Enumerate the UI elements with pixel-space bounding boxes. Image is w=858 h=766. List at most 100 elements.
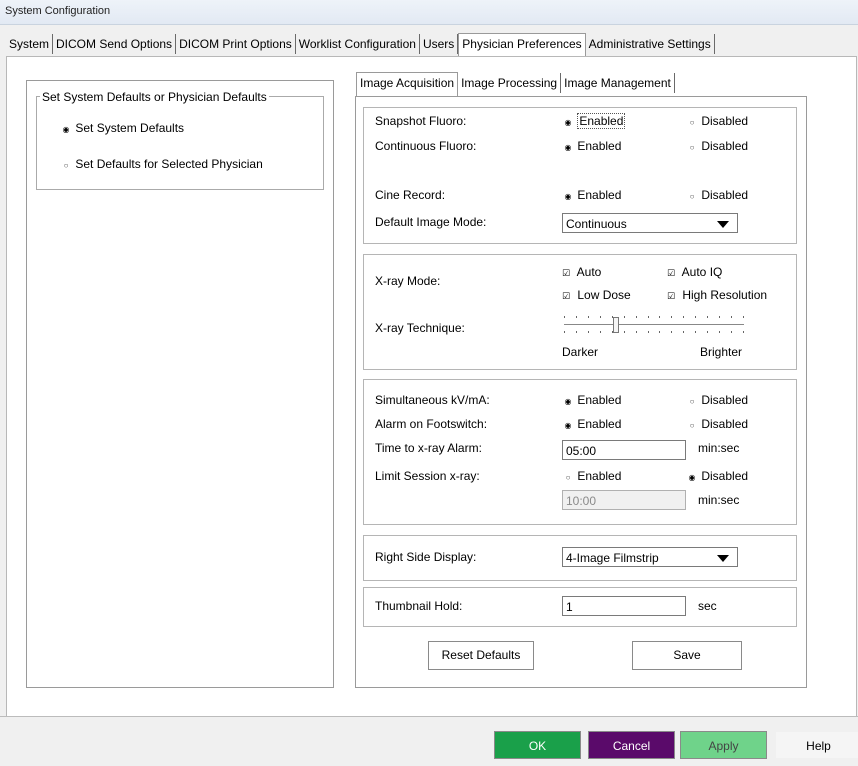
radio-label: Enabled: [577, 393, 622, 407]
defaults-group-legend: Set System Defaults or Physician Default…: [40, 90, 269, 104]
time-to-xray-alarm-input[interactable]: 05:00: [562, 440, 686, 460]
simultaneous-kv-ma-label: Simultaneous kV/mA:: [375, 393, 490, 407]
input-value: 10:00: [566, 494, 597, 508]
slider-tick: [564, 316, 565, 318]
radio-unselected-icon: ○: [689, 143, 695, 152]
radio-selected-icon: ◉: [564, 397, 572, 406]
right-side-display-label: Right Side Display:: [375, 550, 477, 564]
tab-physician-preferences[interactable]: Physician Preferences: [458, 33, 586, 57]
select-value: Continuous: [566, 217, 627, 231]
tab-image-acquisition[interactable]: Image Acquisition: [356, 72, 459, 96]
slider-tick: [624, 316, 625, 318]
tab-administrative-settings[interactable]: Administrative Settings: [586, 34, 715, 54]
radio-unselected-icon: ○: [689, 192, 695, 201]
time-alarm-unit: min:sec: [698, 441, 740, 455]
auto-iq-checkbox[interactable]: ☑ Auto IQ: [667, 265, 722, 279]
radio-set-physician-defaults[interactable]: ○ Set Defaults for Selected Physician: [60, 157, 263, 171]
high-resolution-checkbox[interactable]: ☑ High Resolution: [667, 288, 767, 302]
radio-selected-icon: ◉: [688, 473, 696, 482]
slider-tick: [588, 331, 589, 333]
radio-unselected-icon: ○: [689, 397, 695, 406]
limit-session-unit: min:sec: [698, 493, 740, 507]
default-image-mode-label: Default Image Mode:: [375, 215, 487, 229]
default-image-mode-select[interactable]: Continuous: [562, 213, 738, 233]
slider-tick: [695, 331, 696, 333]
darker-label: Darker: [562, 345, 599, 359]
tab-dicom-send-options[interactable]: DICOM Send Options: [53, 34, 177, 54]
limit-session-xray-label: Limit Session x-ray:: [375, 469, 480, 483]
radio-label: Disabled: [701, 393, 749, 407]
radio-selected-icon: ◉: [564, 143, 572, 152]
slider-tick: [671, 316, 672, 318]
slider-tick: [588, 316, 589, 318]
limit-session-disabled-radio[interactable]: ◉ Disabled: [686, 469, 749, 483]
radio-label: Disabled: [701, 417, 749, 431]
help-button[interactable]: Help: [775, 731, 858, 759]
slider-tick: [683, 331, 684, 333]
reset-defaults-button[interactable]: Reset Defaults: [428, 641, 534, 670]
slider-tick: [719, 316, 720, 318]
continuous-fluoro-enabled-radio[interactable]: ◉ Enabled: [562, 139, 622, 153]
radio-label: Disabled: [701, 469, 749, 483]
tab-dicom-print-options[interactable]: DICOM Print Options: [176, 34, 296, 54]
radio-set-system-defaults[interactable]: ◉ Set System Defaults: [60, 121, 185, 135]
slider-tick: [707, 331, 708, 333]
tab-image-management[interactable]: Image Management: [561, 73, 675, 93]
simultaneous-disabled-radio[interactable]: ○ Disabled: [686, 393, 748, 407]
slider-track: [564, 324, 744, 326]
slider-tick: [719, 331, 720, 333]
auto-checkbox[interactable]: ☑ Auto: [562, 265, 601, 279]
simultaneous-enabled-radio[interactable]: ◉ Enabled: [562, 393, 622, 407]
radio-unselected-icon: ○: [63, 161, 69, 170]
radio-label: Enabled: [577, 188, 622, 202]
cine-record-label: Cine Record:: [375, 188, 446, 202]
checkbox-label: Low Dose: [577, 288, 631, 302]
radio-label: Disabled: [701, 114, 749, 128]
checkbox-label: Auto IQ: [681, 265, 723, 279]
xray-mode-label: X-ray Mode:: [375, 274, 441, 288]
slider-tick: [743, 316, 744, 318]
slider-thumb[interactable]: [613, 317, 619, 333]
radio-label: Set Defaults for Selected Physician: [75, 157, 263, 171]
ok-button[interactable]: OK: [494, 731, 581, 759]
checkbox-checked-icon: ☑: [667, 291, 676, 301]
checkbox-checked-icon: ☑: [562, 291, 571, 301]
radio-selected-icon: ◉: [564, 118, 572, 127]
slider-tick: [636, 331, 637, 333]
low-dose-checkbox[interactable]: ☑ Low Dose: [562, 288, 631, 302]
slider-tick: [648, 316, 649, 318]
limit-session-enabled-radio[interactable]: ○ Enabled: [562, 469, 622, 483]
continuous-fluoro-disabled-radio[interactable]: ○ Disabled: [686, 139, 748, 153]
cine-record-disabled-radio[interactable]: ○ Disabled: [686, 188, 748, 202]
slider-tick: [564, 331, 565, 333]
slider-tick: [600, 316, 601, 318]
slider-tick: [731, 331, 732, 333]
snapshot-fluoro-enabled-radio[interactable]: ◉ Enabled: [562, 113, 626, 129]
slider-tick: [707, 316, 708, 318]
xray-technique-slider[interactable]: [562, 311, 746, 339]
slider-tick: [624, 331, 625, 333]
slider-tick: [659, 316, 660, 318]
save-button[interactable]: Save: [632, 641, 742, 670]
footswitch-enabled-radio[interactable]: ◉ Enabled: [562, 417, 622, 431]
tab-system[interactable]: System: [6, 34, 54, 54]
apply-button[interactable]: Apply: [680, 731, 767, 759]
xray-technique-label: X-ray Technique:: [375, 321, 465, 335]
radio-label: Enabled: [577, 469, 622, 483]
footswitch-disabled-radio[interactable]: ○ Disabled: [686, 417, 748, 431]
slider-tick: [743, 331, 744, 333]
radio-unselected-icon: ○: [689, 118, 695, 127]
right-side-display-select[interactable]: 4-Image Filmstrip: [562, 547, 738, 567]
cine-record-enabled-radio[interactable]: ◉ Enabled: [562, 188, 622, 202]
time-to-xray-alarm-label: Time to x-ray Alarm:: [375, 441, 482, 455]
alarm-on-footswitch-label: Alarm on Footswitch:: [375, 417, 488, 431]
snapshot-fluoro-disabled-radio[interactable]: ○ Disabled: [686, 114, 748, 128]
tab-users[interactable]: Users: [420, 34, 459, 54]
cancel-button[interactable]: Cancel: [588, 731, 675, 759]
tab-image-processing[interactable]: Image Processing: [458, 73, 562, 93]
chevron-down-icon: [717, 555, 729, 562]
slider-tick: [731, 316, 732, 318]
thumbnail-hold-input[interactable]: 1: [562, 596, 686, 616]
tab-worklist-configuration[interactable]: Worklist Configuration: [296, 34, 420, 54]
window-title: System Configuration: [5, 5, 111, 17]
